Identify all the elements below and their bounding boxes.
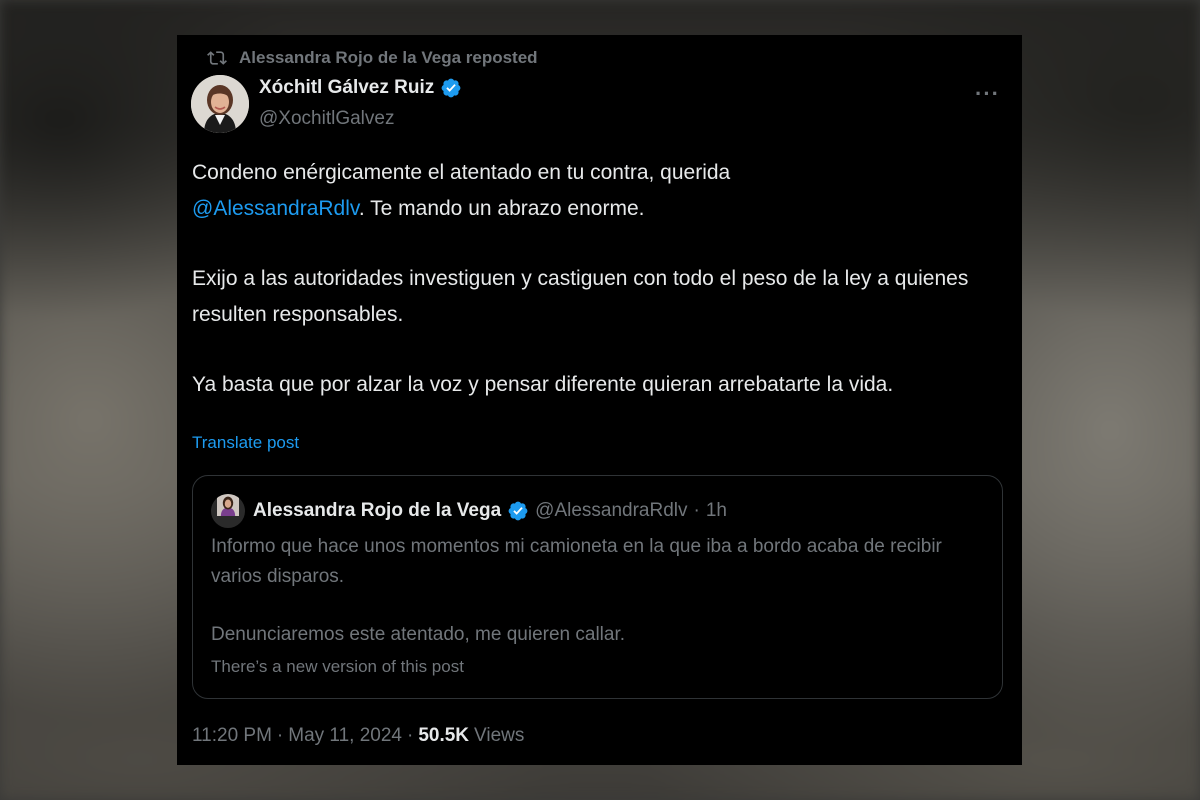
quoted-avatar-image — [217, 494, 239, 516]
author-name[interactable]: Xóchitl Gálvez Ruiz — [259, 77, 434, 99]
post-metadata: 11:20 PM · May 11, 2024 · 50.5K Views — [192, 725, 524, 747]
author-avatar-image — [191, 75, 249, 133]
quoted-post-header: Alessandra Rojo de la Vega @AlessandraRd… — [211, 494, 727, 528]
author-block: Xóchitl Gálvez Ruiz @XochitlGalvez — [259, 77, 462, 130]
quoted-post-time: 1h — [705, 500, 727, 521]
views-label: Views — [474, 725, 525, 746]
author-handle[interactable]: @XochitlGalvez — [259, 108, 462, 130]
post-paragraph-1-text: Condeno enérgicamente el atentado en tu … — [192, 161, 731, 184]
quoted-separator: · — [693, 500, 700, 521]
post-text: Condeno enérgicamente el atentado en tu … — [192, 155, 1007, 403]
quoted-author-handle: @AlessandraRdlv — [535, 500, 688, 521]
post-paragraph-1: Condeno enérgicamente el atentado en tu … — [192, 155, 1007, 227]
verified-badge-icon — [441, 78, 461, 98]
post-time[interactable]: 11:20 PM — [192, 725, 272, 747]
quoted-post-text: Informo que hace unos momentos mi camion… — [211, 532, 986, 650]
new-version-notice[interactable]: There’s a new version of this post — [211, 657, 464, 677]
author-avatar[interactable] — [191, 75, 249, 133]
repost-text: Alessandra Rojo de la Vega reposted — [239, 48, 538, 67]
post-date[interactable]: May 11, 2024 — [288, 725, 402, 747]
post-card: Alessandra Rojo de la Vega reposted Xóch… — [177, 35, 1022, 765]
quoted-author-avatar — [211, 494, 245, 528]
more-icon: ··· — [975, 81, 1000, 106]
repost-icon — [207, 51, 227, 65]
author-name-row[interactable]: Xóchitl Gálvez Ruiz — [259, 77, 462, 99]
quoted-post[interactable]: Alessandra Rojo de la Vega @AlessandraRd… — [192, 475, 1003, 699]
meta-separator-2: · — [406, 725, 414, 746]
views-count[interactable]: 50.5K — [418, 725, 469, 747]
meta-separator-1: · — [276, 725, 284, 746]
quoted-paragraph-1: Informo que hace unos momentos mi camion… — [211, 536, 942, 587]
translate-post-link[interactable]: Translate post — [192, 433, 299, 453]
post-paragraph-3: Ya basta que por alzar la voz y pensar d… — [192, 373, 894, 396]
quoted-verified-badge-icon — [508, 501, 528, 521]
mention-link[interactable]: @AlessandraRdlv — [192, 197, 359, 220]
quoted-paragraph-2: Denunciaremos este atentado, me quieren … — [211, 624, 626, 645]
more-options-button[interactable]: ··· — [975, 81, 1000, 107]
quoted-author-name: Alessandra Rojo de la Vega — [253, 500, 502, 521]
post-paragraph-2: Exijo a las autoridades investiguen y ca… — [192, 267, 969, 326]
repost-banner[interactable]: Alessandra Rojo de la Vega reposted — [207, 48, 538, 68]
post-paragraph-1-tail: . Te mando un abrazo enorme. — [358, 197, 645, 220]
